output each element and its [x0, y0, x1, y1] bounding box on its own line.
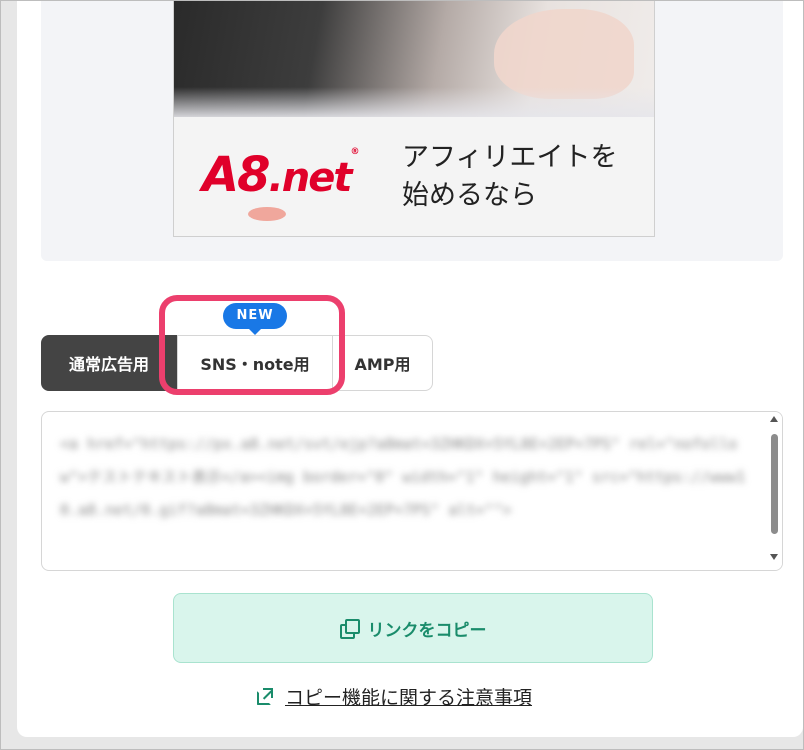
tab-amp-label: AMP用 — [354, 355, 411, 374]
a8-logo: A8.net® — [202, 147, 359, 203]
scroll-thumb[interactable] — [771, 434, 778, 534]
copy-notice-link[interactable]: コピー機能に関する注意事項 — [257, 683, 532, 709]
banner-photo-keyboard — [174, 87, 654, 117]
banner-logo-area: A8.net® アフィリエイトを 始めるなら — [174, 117, 654, 236]
external-link-icon — [257, 688, 273, 705]
ad-code-textarea[interactable]: <a href="https://px.a8.net/svt/ejp?a8mat… — [41, 411, 783, 571]
tagline-line1: アフィリエイトを — [402, 142, 618, 173]
tab-amp[interactable]: AMP用 — [333, 335, 433, 391]
tab-normal-ad[interactable]: 通常広告用 — [41, 335, 177, 391]
tab-normal-ad-label: 通常広告用 — [68, 355, 149, 374]
tagline-line2: 始めるなら — [402, 180, 537, 211]
highlight-annotation — [159, 295, 345, 395]
code-scrollbar[interactable] — [766, 412, 782, 570]
copy-link-label: リンクをコピー — [367, 620, 487, 641]
a8-logo-accent — [248, 207, 286, 221]
ad-card: A8.net® アフィリエイトを 始めるなら 通常広告用 SNS・note用 A… — [17, 1, 803, 737]
screenshot-frame: A8.net® アフィリエイトを 始めるなら 通常広告用 SNS・note用 A… — [0, 0, 804, 750]
a8-banner[interactable]: A8.net® アフィリエイトを 始めるなら — [173, 1, 655, 237]
banner-tagline: アフィリエイトを 始めるなら — [402, 139, 642, 215]
a8-logo-suffix: .net — [268, 155, 353, 201]
ad-code-text: <a href="https://px.a8.net/svt/ejp?a8mat… — [60, 435, 746, 519]
banner-preview-area: A8.net® アフィリエイトを 始めるなら — [41, 1, 783, 261]
banner-photo — [174, 1, 654, 117]
a8-logo-main: A8 — [202, 147, 271, 203]
banner-photo-hand — [494, 9, 634, 99]
a8-logo-reg: ® — [350, 147, 360, 157]
copy-notice-label: コピー機能に関する注意事項 — [285, 686, 533, 709]
copy-icon — [339, 619, 360, 639]
scroll-up-icon[interactable] — [770, 416, 778, 422]
scroll-down-icon[interactable] — [770, 554, 778, 560]
copy-link-button[interactable]: リンクをコピー — [173, 593, 653, 663]
